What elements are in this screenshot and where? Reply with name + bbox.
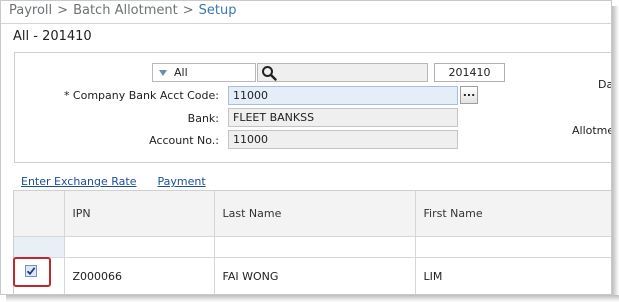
shadow (6, 295, 619, 302)
tab-enter-exchange-rate[interactable]: Enter Exchange Rate (21, 175, 137, 188)
row-checkbox[interactable] (25, 265, 37, 277)
allotment-grid: IPN Last Name First Name Z000066 FAI WON… (13, 190, 611, 294)
breadcrumb-item-batch-allotment[interactable]: Batch Allotment (73, 3, 178, 18)
chevron-down-icon (159, 70, 167, 76)
bank-field: FLEET BANKSS (228, 108, 458, 127)
search-input[interactable] (257, 63, 428, 82)
filter-cell-ipn[interactable] (64, 236, 215, 258)
bank-acct-code-label: * Company Bank Acct Code: (63, 89, 219, 102)
filter-dropdown-value: All (174, 66, 188, 79)
breadcrumb-item-payroll[interactable]: Payroll (9, 3, 52, 18)
account-no-field: 11000 (228, 130, 458, 149)
filter-cell-select[interactable] (14, 236, 65, 258)
last-name-cell: FAI WONG (214, 257, 416, 294)
breadcrumb-separator: > (57, 3, 69, 18)
lookup-button[interactable]: ... (460, 86, 478, 104)
column-header-select[interactable] (14, 191, 65, 237)
filter-dropdown[interactable]: All (152, 63, 256, 82)
window-frame: Payroll > Batch Allotment > Setup All - 2014… (0, 0, 612, 295)
bank-label: Bank: (187, 112, 219, 125)
column-header-first-name[interactable]: First Name (415, 191, 611, 237)
ipn-cell: Z000066 (64, 257, 215, 294)
column-header-last-name[interactable]: Last Name (214, 191, 416, 237)
highlight-box (13, 257, 51, 287)
column-header-ipn[interactable]: IPN (64, 191, 215, 237)
header-divider (1, 23, 611, 24)
breadcrumb: Payroll > Batch Allotment > Setup (9, 3, 236, 18)
breadcrumb-current: Setup (198, 3, 237, 18)
tab-bar: Enter Exchange Rate Payment (21, 175, 206, 188)
filter-cell-last-name[interactable] (214, 236, 416, 258)
period-field[interactable]: 201410 (434, 63, 505, 82)
first-name-cell: LIM (415, 257, 611, 294)
bank-acct-code-field[interactable]: 11000 (228, 86, 458, 105)
breadcrumb-separator: > (182, 3, 194, 18)
page-title: All - 201410 (13, 29, 92, 44)
tab-payment[interactable]: Payment (158, 175, 206, 188)
allotment-label-clipped: Allotme (572, 124, 612, 137)
table-row[interactable]: Z000066 FAI WONG LIM (14, 257, 611, 294)
account-no-label: Account No.: (149, 134, 219, 147)
shadow (612, 6, 619, 302)
checkmark-icon (26, 267, 36, 276)
filter-cell-first-name[interactable] (415, 236, 611, 258)
search-icon[interactable] (261, 65, 277, 85)
date-label-clipped: Da (598, 78, 612, 91)
